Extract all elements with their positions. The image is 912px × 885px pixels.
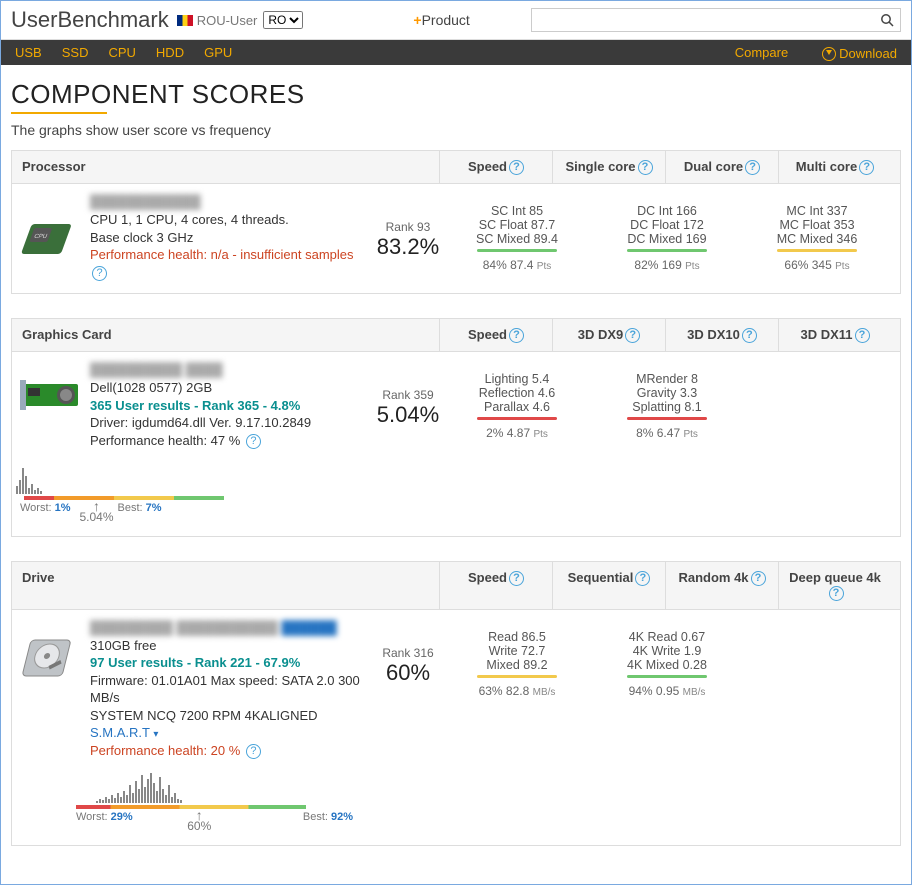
gpu-dx10-stats: MRender 8 Gravity 3.3 Splatting 8.1 8% 6…: [592, 362, 742, 523]
col-dualcore: Dual core?: [665, 151, 778, 183]
nav-ssd[interactable]: SSD: [62, 45, 89, 60]
gpu-section: Graphics Card Speed? 3D DX9? 3D DX10? 3D…: [11, 318, 901, 536]
page-title: COMPONENT SCORES: [11, 79, 901, 110]
nav-hdd[interactable]: HDD: [156, 45, 184, 60]
site-logo[interactable]: UserBenchmark: [11, 7, 169, 33]
drive-r4k-stats: 4K Read 0.67 4K Write 1.9 4K Mixed 0.28 …: [592, 620, 742, 834]
gpu-dx11-stats: [742, 362, 892, 523]
gpu-header: Graphics Card: [12, 319, 439, 351]
help-icon[interactable]: ?: [751, 571, 766, 586]
help-icon[interactable]: ?: [855, 328, 870, 343]
flag-icon: [177, 15, 193, 26]
help-icon[interactable]: ?: [745, 160, 760, 175]
cpu-info: ████████████ CPU 1, 1 CPU, 4 cores, 4 th…: [90, 194, 374, 281]
help-icon[interactable]: ?: [635, 571, 650, 586]
cpu-singlecore-stats: SC Int 85 SC Float 87.7 SC Mixed 89.4 84…: [442, 194, 592, 281]
help-icon[interactable]: ?: [859, 160, 874, 175]
cpu-speed: Rank 93 83.2%: [374, 194, 442, 281]
search-icon: [880, 13, 894, 27]
cpu-multicore-stats: MC Int 337 MC Float 353 MC Mixed 346 66%…: [742, 194, 892, 281]
header-bar: UserBenchmark ROU-User RO +Product: [1, 1, 911, 40]
cpu-dualcore-stats: DC Int 166 DC Float 172 DC Mixed 169 82%…: [592, 194, 742, 281]
help-icon[interactable]: ?: [509, 328, 524, 343]
locale-select[interactable]: RO: [263, 11, 303, 29]
svg-text:CPU: CPU: [33, 233, 48, 240]
help-icon[interactable]: ?: [509, 160, 524, 175]
drive-user-results[interactable]: 97 User results - Rank 221 - 67.9%: [90, 654, 366, 672]
col-singlecore: Single core?: [552, 151, 665, 183]
download-icon: [822, 47, 836, 61]
help-icon[interactable]: ?: [829, 586, 844, 601]
drive-header: Drive: [12, 562, 439, 609]
smart-link[interactable]: S.M.A.R.T ▾: [90, 725, 158, 740]
gpu-user-results[interactable]: 365 User results - Rank 365 - 4.8%: [90, 397, 366, 415]
drive-speed: Rank 316 60%: [374, 620, 442, 834]
drive-dq4k-stats: [742, 620, 892, 834]
help-icon[interactable]: ?: [509, 571, 524, 586]
nav-gpu[interactable]: GPU: [204, 45, 232, 60]
drive-section: Drive Speed? Sequential? Random 4k? Deep…: [11, 561, 901, 847]
nav-usb[interactable]: USB: [15, 45, 42, 60]
col-multicore: Multi core?: [778, 151, 891, 183]
cpu-chip-icon: CPU: [20, 194, 90, 281]
cpu-section: Processor Speed? Single core? Dual core?…: [11, 150, 901, 294]
country-label: ROU-User: [197, 13, 258, 28]
nav-cpu[interactable]: CPU: [108, 45, 135, 60]
col-speed: Speed?: [439, 151, 552, 183]
plus-icon: +: [413, 12, 421, 28]
search-input[interactable]: [531, 8, 901, 32]
add-product-button[interactable]: +Product: [413, 12, 469, 28]
help-icon[interactable]: ?: [742, 328, 757, 343]
drive-seq-stats: Read 86.5 Write 72.7 Mixed 89.2 63% 82.8…: [442, 620, 592, 834]
gpu-dx9-stats: Lighting 5.4 Reflection 4.6 Parallax 4.6…: [442, 362, 592, 523]
gpu-speed: Rank 359 5.04%: [374, 362, 442, 523]
chevron-down-icon: ▾: [153, 729, 158, 740]
page-subtitle: The graphs show user score vs frequency: [11, 122, 901, 138]
gpu-info: ██████████ ████ Dell(1028 0577) 2GB 365 …: [90, 362, 374, 523]
cpu-header: Processor: [12, 151, 439, 183]
help-icon[interactable]: ?: [638, 160, 653, 175]
help-icon[interactable]: ?: [246, 744, 261, 759]
nav-bar: USB SSD CPU HDD GPU Compare Download: [1, 40, 911, 65]
download-link[interactable]: Download: [822, 44, 897, 61]
nav-compare[interactable]: Compare: [735, 45, 788, 60]
help-icon[interactable]: ?: [625, 328, 640, 343]
help-icon[interactable]: ?: [246, 434, 261, 449]
drive-info: █████████ ███████████ ██████ 310GB free …: [90, 620, 374, 834]
help-icon[interactable]: ?: [92, 266, 107, 281]
